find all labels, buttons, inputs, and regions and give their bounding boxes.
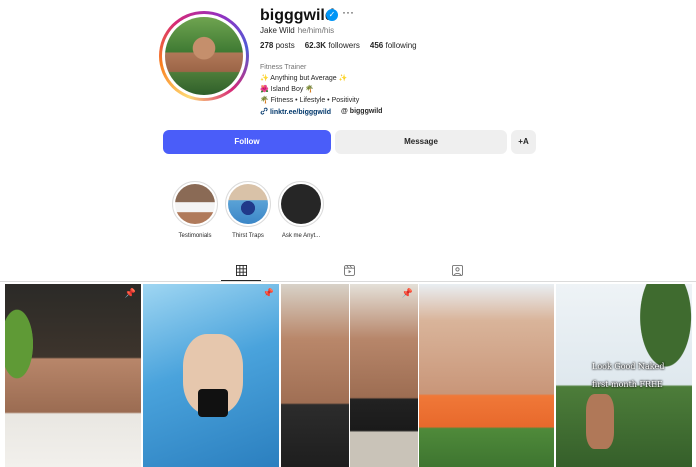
threads-handle: bigggwild: [349, 108, 383, 115]
swimwear: [198, 389, 228, 417]
highlight-ring: [225, 181, 271, 227]
highlight-ring: [172, 181, 218, 227]
highlight-cover: [281, 184, 321, 224]
posts-count-stat: 278 posts: [260, 41, 295, 50]
tab-reels[interactable]: [329, 263, 369, 281]
link-icon: [260, 107, 268, 115]
bio-category: Fitness Trainer: [260, 64, 307, 71]
highlight-label: Ask me Anyt...: [281, 233, 321, 239]
tabs-divider: [0, 281, 696, 282]
full-name: Jake Wild: [260, 26, 295, 35]
highlight-thirst-traps[interactable]: Thirst Traps: [225, 181, 271, 239]
pin-icon: 📌: [401, 288, 413, 298]
highlight-ring: [278, 181, 324, 227]
avatar-border: [162, 14, 246, 98]
bio: Fitness Trainer ✨ Anything but Average ✨…: [260, 62, 359, 106]
bio-links: linktr.ee/bigggwild @ bigggwild: [260, 107, 382, 116]
person-figure: [586, 394, 614, 449]
post-thumbnail[interactable]: [419, 284, 554, 467]
more-options-icon[interactable]: ···: [342, 5, 354, 19]
suggested-users-button[interactable]: +A: [511, 130, 536, 154]
follow-button[interactable]: Follow: [163, 130, 331, 154]
bio-line-2: 🌺 Island Boy 🌴: [260, 86, 315, 93]
threads-icon: @: [341, 108, 348, 115]
threads-link[interactable]: @ bigggwild: [341, 108, 382, 115]
verified-badge-icon: ✓: [326, 9, 338, 21]
profile-avatar-ring[interactable]: [159, 11, 249, 101]
full-name-line: Jake Wild he/him/his: [260, 26, 334, 35]
post-thumbnail[interactable]: [281, 284, 349, 467]
post-thumbnail[interactable]: 📌: [350, 284, 418, 467]
external-link-text: linktr.ee/bigggwild: [269, 109, 332, 116]
posts-grid: 📌 📌 📌 Look Good Naked first month FREE: [5, 284, 692, 467]
username: bigggwild: [260, 7, 335, 24]
tab-posts[interactable]: [221, 263, 261, 281]
post-overlay-text-2: first month FREE: [592, 380, 663, 389]
highlight-cover: [175, 184, 215, 224]
avatar: [165, 17, 243, 95]
pronouns: he/him/his: [297, 26, 335, 35]
plant-decoration: [5, 304, 45, 404]
tagged-icon: [451, 265, 463, 276]
post-thumbnail[interactable]: Look Good Naked first month FREE: [556, 284, 692, 467]
pin-icon: 📌: [262, 288, 274, 298]
highlight-cover: [228, 184, 268, 224]
reels-icon: [343, 265, 355, 276]
palm-tree: [626, 284, 692, 394]
bio-line-3: 🌴 Fitness • Lifestyle • Positivity: [260, 97, 360, 104]
post-overlay-text-1: Look Good Naked: [592, 362, 665, 371]
message-button[interactable]: Message: [335, 130, 507, 154]
bio-line-1: ✨ Anything but Average ✨: [260, 75, 348, 82]
profile-stats: 278 posts 62.3K followers 456 following: [260, 41, 417, 50]
following-stat[interactable]: 456 following: [370, 41, 417, 50]
post-thumbnail[interactable]: 📌: [143, 284, 279, 467]
highlight-ask-me-anything[interactable]: Ask me Anyt...: [278, 181, 324, 239]
post-thumbnail[interactable]: 📌: [5, 284, 141, 467]
external-link[interactable]: linktr.ee/bigggwild: [260, 107, 331, 116]
grid-icon: [235, 265, 247, 276]
followers-stat[interactable]: 62.3K followers: [305, 41, 360, 50]
tab-tagged[interactable]: [437, 263, 477, 281]
highlight-testimonials[interactable]: Testimonials: [172, 181, 218, 239]
pin-icon: 📌: [124, 288, 136, 298]
